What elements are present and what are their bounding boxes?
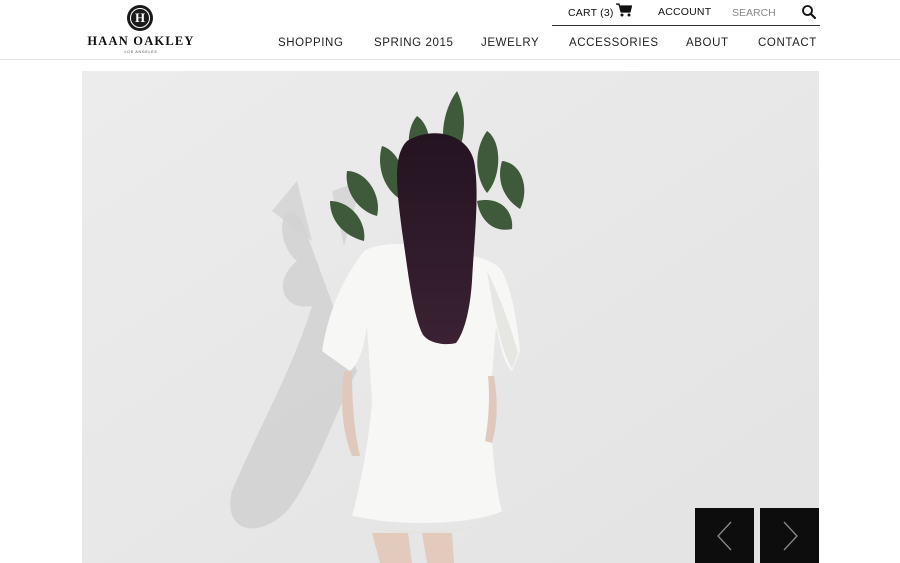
chevron-left-icon (717, 521, 732, 551)
hero-photo (82, 71, 819, 563)
nav-item-contact[interactable]: CONTACT (758, 37, 817, 49)
cart-label: CART (3) (568, 7, 614, 19)
monogram-badge-icon: H (127, 5, 153, 31)
hero-slideshow-image (82, 71, 819, 563)
search-icon[interactable] (801, 4, 817, 20)
account-link[interactable]: ACCOUNT (658, 6, 711, 18)
nav-item-jewelry[interactable]: JEWELRY (481, 37, 539, 49)
nav-item-spring-2015[interactable]: SPRING 2015 (374, 37, 453, 49)
main-nav: SHOPPING SPRING 2015 JEWELRY ACCESSORIES… (0, 37, 900, 53)
monogram-letter: H (130, 8, 150, 28)
cart-icon (615, 3, 632, 17)
cart-link[interactable]: CART (3) (568, 3, 632, 20)
slider-prev-button[interactable] (695, 508, 754, 563)
nav-item-about[interactable]: ABOUT (686, 37, 729, 49)
nav-item-shopping[interactable]: SHOPPING (278, 37, 344, 49)
slider-next-button[interactable] (760, 508, 819, 563)
utility-bar: CART (3) ACCOUNT (552, 0, 820, 26)
nav-item-accessories[interactable]: ACCESSORIES (569, 37, 659, 49)
search-input[interactable] (732, 5, 804, 21)
site-header: H HAAN OAKLEY LOS ANGELES CART (3) ACCOU… (0, 0, 900, 60)
chevron-right-icon (783, 521, 798, 551)
